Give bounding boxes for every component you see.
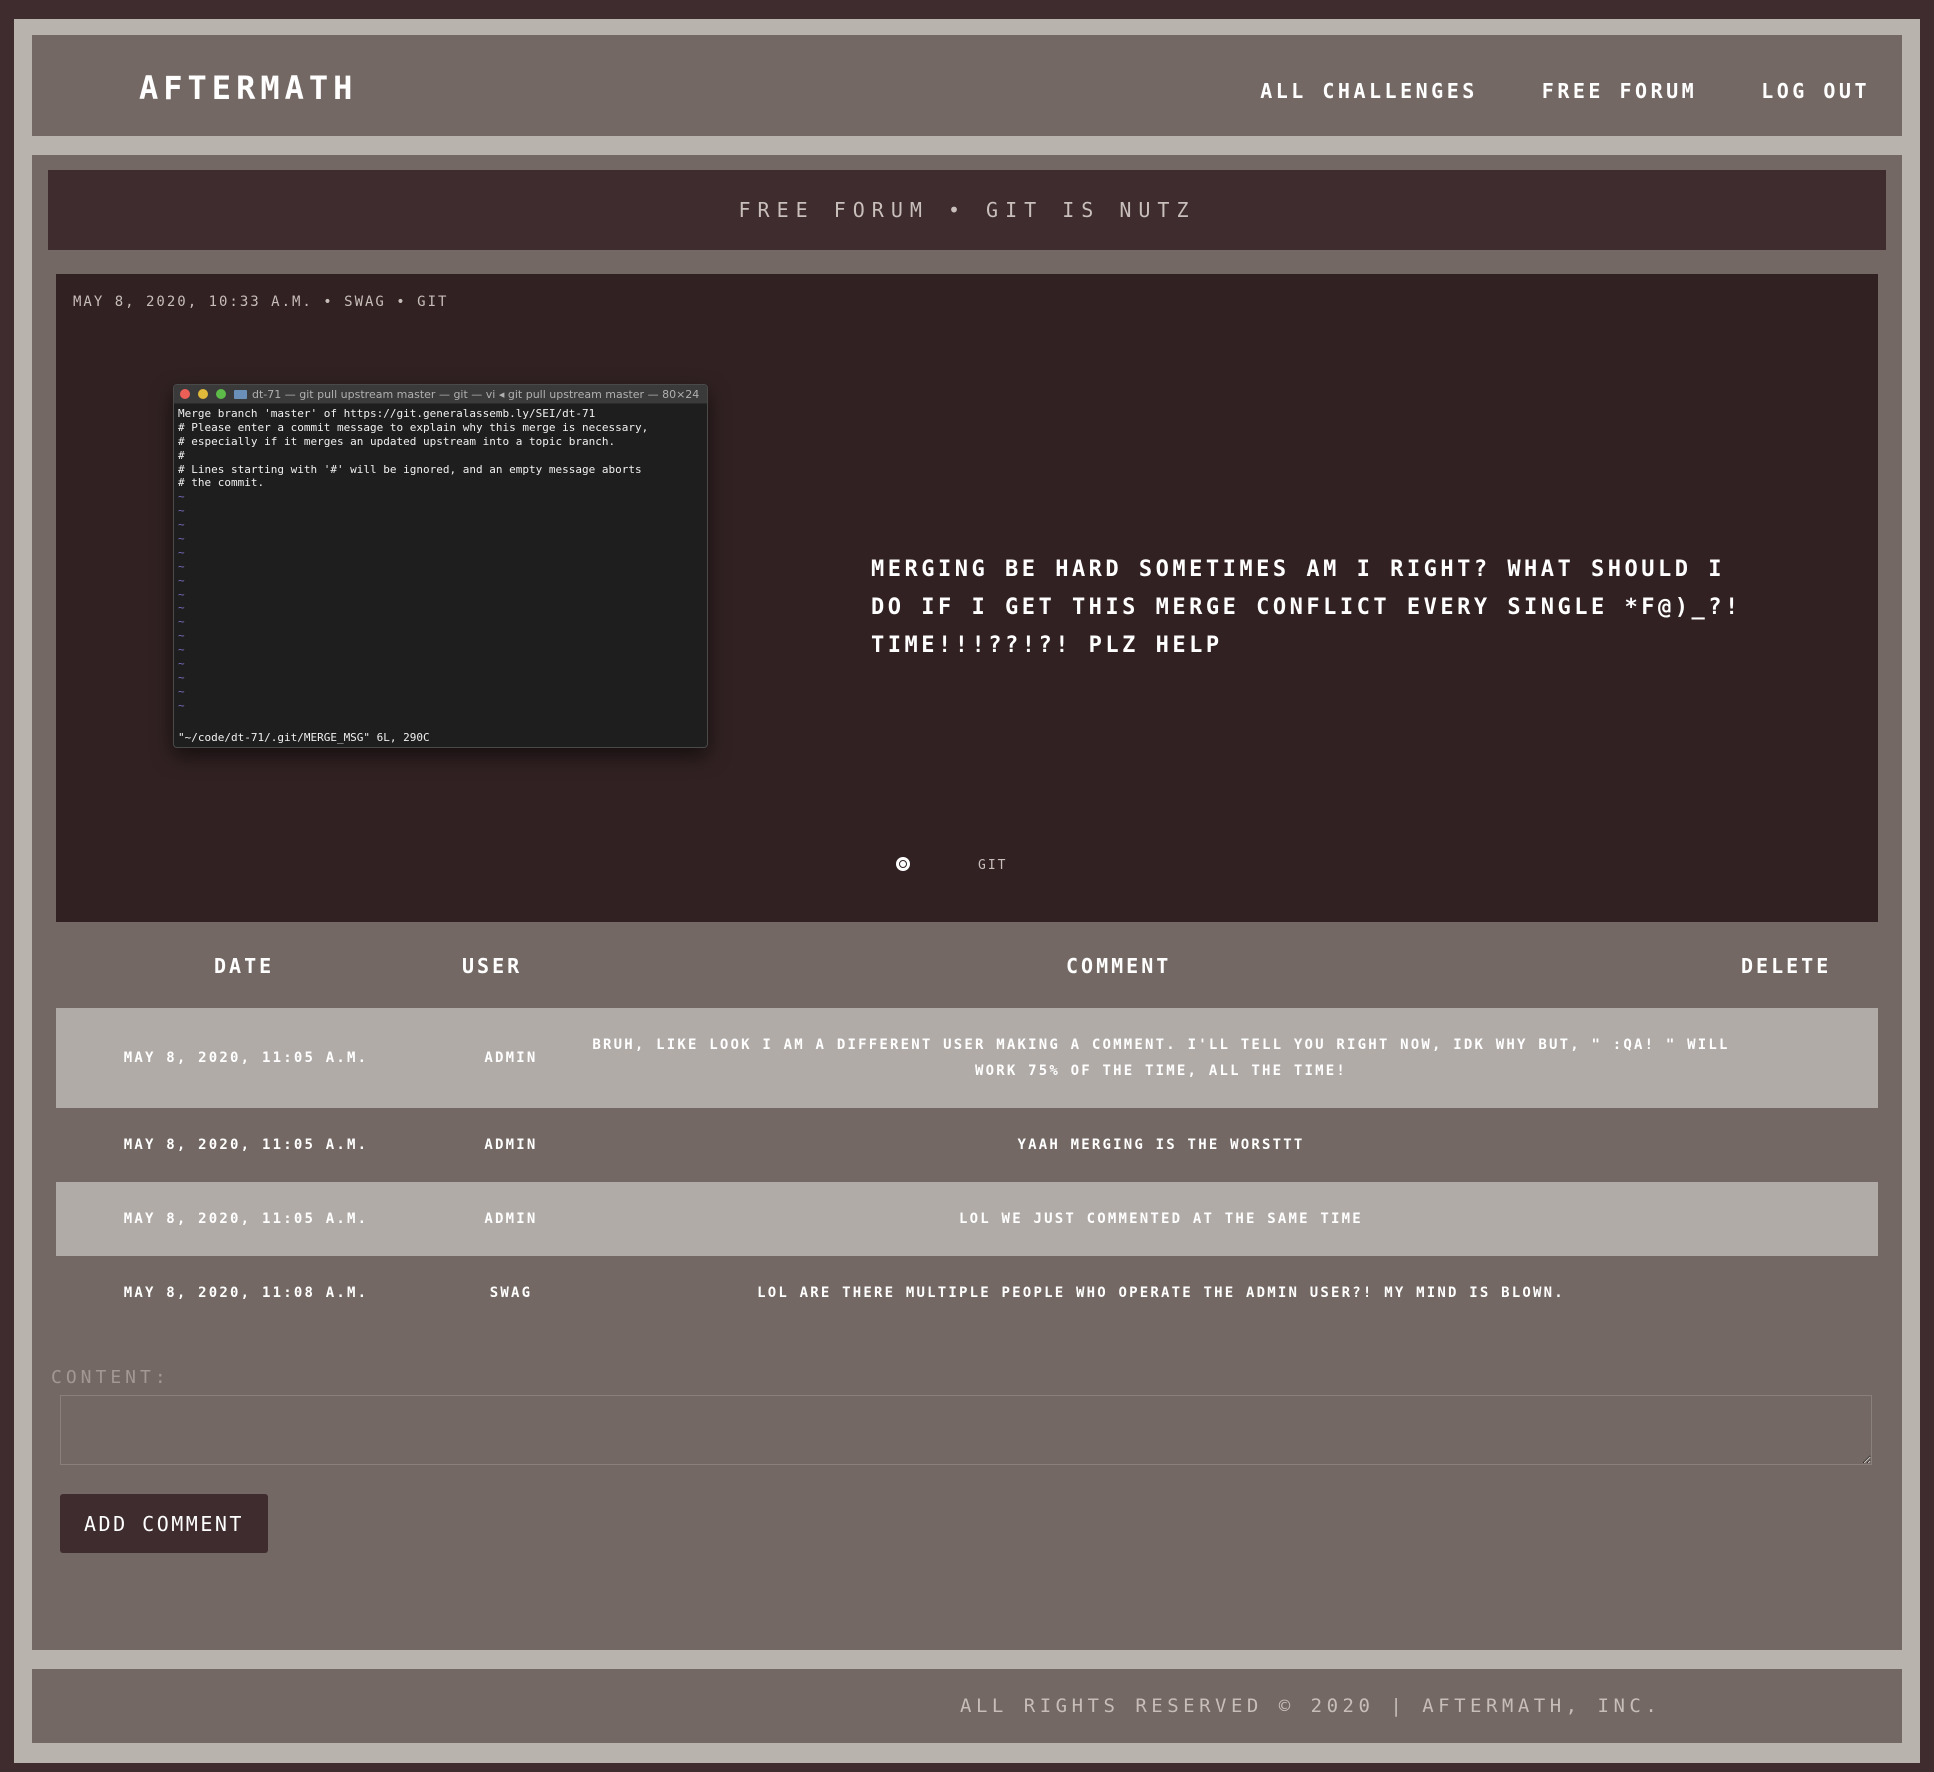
terminal-tilde: ~ [178, 587, 185, 601]
content-textarea[interactable] [60, 1395, 1872, 1465]
terminal-line: # [178, 448, 185, 462]
terminal-tilde: ~ [178, 601, 185, 615]
terminal-tilde: ~ [178, 670, 185, 684]
comment-row: MAY 8, 2020, 11:08 A.M. SWAG LOL ARE THE… [56, 1256, 1878, 1330]
column-header-delete: DELETE [1741, 954, 1832, 978]
column-header-date: DATE [214, 954, 275, 978]
comments-table: DATE USER COMMENT DELETE MAY 8, 2020, 11… [56, 922, 1878, 1330]
nav-log-out[interactable]: LOG OUT [1761, 79, 1870, 103]
terminal-tilde: ~ [178, 698, 185, 712]
comment-date: MAY 8, 2020, 11:08 A.M. [123, 1285, 369, 1301]
column-header-comment: COMMENT [1066, 954, 1172, 978]
comment-text: YAAH MERGING IS THE WORSTTT [1017, 1137, 1305, 1153]
comment-user: SWAG [489, 1285, 533, 1301]
site-logo[interactable]: AFTERMATH [139, 69, 357, 107]
main-nav: ALL CHALLENGES FREE FORUM LOG OUT [1260, 79, 1870, 103]
main-panel: FREE FORUM • GIT IS NUTZ MAY 8, 2020, 10… [32, 155, 1902, 1650]
terminal-tilde: ~ [178, 657, 185, 671]
close-dot-icon [180, 389, 190, 399]
terminal-status-line: "~/code/dt-71/.git/MERGE_MSG" 6L, 290C [178, 731, 430, 744]
terminal-tilde: ~ [178, 643, 185, 657]
terminal-tilde: ~ [178, 518, 185, 532]
nav-all-challenges[interactable]: ALL CHALLENGES [1260, 79, 1478, 103]
terminal-tilde: ~ [178, 573, 185, 587]
terminal-tilde: ~ [178, 629, 185, 643]
comment-text: LOL WE JUST COMMENTED AT THE SAME TIME [959, 1211, 1363, 1227]
add-comment-button[interactable]: ADD COMMENT [60, 1494, 268, 1553]
terminal-body: Merge branch 'master' of https://git.gen… [174, 404, 707, 716]
tag-radio-button[interactable] [896, 857, 910, 871]
content-label: CONTENT: [51, 1367, 170, 1388]
page-title: FREE FORUM • GIT IS NUTZ [738, 198, 1196, 222]
terminal-tilde: ~ [178, 490, 185, 504]
comment-date: MAY 8, 2020, 11:05 A.M. [123, 1137, 369, 1153]
terminal-tilde: ~ [178, 615, 185, 629]
terminal-line: # especially if it merges an updated ups… [178, 434, 616, 448]
terminal-tilde: ~ [178, 504, 185, 518]
tag-label: GIT [978, 858, 1008, 873]
comment-user: ADMIN [484, 1137, 538, 1153]
comment-row: MAY 8, 2020, 11:05 A.M. ADMIN YAAH MERGI… [56, 1108, 1878, 1182]
comment-text: LOL ARE THERE MULTIPLE PEOPLE WHO OPERAT… [757, 1285, 1565, 1301]
comment-row: MAY 8, 2020, 11:05 A.M. ADMIN BRUH, LIKE… [56, 1008, 1878, 1108]
column-header-user: USER [462, 954, 523, 978]
comment-text: BRUH, LIKE LOOK I AM A DIFFERENT USER MA… [592, 1037, 1730, 1079]
comment-row: MAY 8, 2020, 11:05 A.M. ADMIN LOL WE JUS… [56, 1182, 1878, 1256]
site-header: AFTERMATH ALL CHALLENGES FREE FORUM LOG … [32, 35, 1902, 136]
post-body: MERGING BE HARD SOMETIMES AM I RIGHT? WH… [871, 557, 1742, 658]
terminal-line: # the commit. [178, 476, 265, 490]
terminal-title: dt-71 — git pull upstream master — git —… [252, 387, 700, 401]
terminal-titlebar: dt-71 — git pull upstream master — git —… [174, 385, 707, 404]
folder-icon [234, 389, 247, 399]
minimize-dot-icon [198, 389, 208, 399]
comments-header-row: DATE USER COMMENT DELETE [56, 922, 1878, 1008]
comment-user: ADMIN [484, 1211, 538, 1227]
post-meta: MAY 8, 2020, 10:33 A.M. • SWAG • GIT [73, 294, 449, 310]
nav-free-forum[interactable]: FREE FORUM [1542, 79, 1697, 103]
terminal-tilde: ~ [178, 545, 185, 559]
forum-post: MAY 8, 2020, 10:33 A.M. • SWAG • GIT dt-… [56, 274, 1878, 922]
page-title-bar: FREE FORUM • GIT IS NUTZ [48, 170, 1886, 250]
terminal-tilde: ~ [178, 532, 185, 546]
site-footer: ALL RIGHTS RESERVED © 2020 | AFTERMATH, … [32, 1669, 1902, 1743]
terminal-tilde: ~ [178, 559, 185, 573]
terminal-line: # Please enter a commit message to expla… [178, 420, 649, 434]
terminal-tilde: ~ [178, 684, 185, 698]
comment-user: ADMIN [484, 1050, 538, 1066]
terminal-line: # Lines starting with '#' will be ignore… [178, 462, 642, 476]
terminal-line: Merge branch 'master' of https://git.gen… [178, 407, 596, 420]
post-screenshot-image: dt-71 — git pull upstream master — git —… [173, 384, 708, 748]
maximize-dot-icon [216, 389, 226, 399]
comment-date: MAY 8, 2020, 11:05 A.M. [123, 1211, 369, 1227]
comment-date: MAY 8, 2020, 11:05 A.M. [123, 1050, 369, 1066]
footer-copyright: ALL RIGHTS RESERVED © 2020 | AFTERMATH, … [960, 1695, 1662, 1717]
